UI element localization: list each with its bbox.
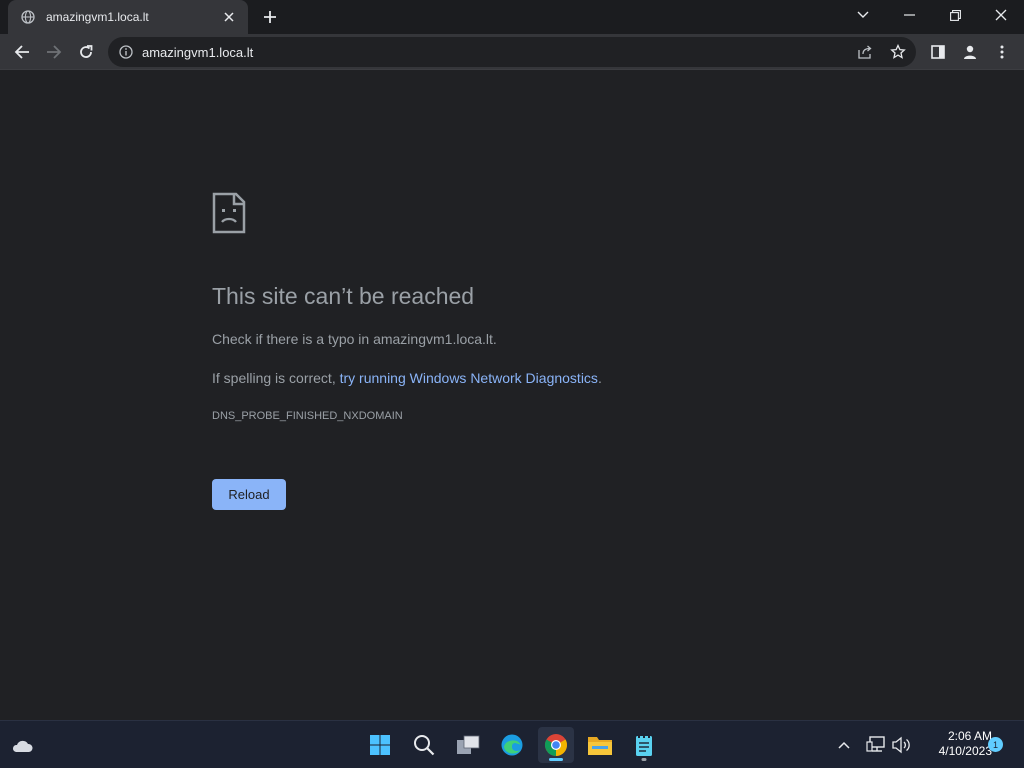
restore-icon[interactable] bbox=[932, 0, 978, 30]
search-icon[interactable] bbox=[406, 727, 442, 763]
tab-title: amazingvm1.loca.lt bbox=[46, 10, 149, 24]
running-indicator bbox=[641, 758, 647, 761]
tab-search-chevron-icon[interactable] bbox=[840, 0, 886, 30]
site-info-icon[interactable] bbox=[118, 44, 134, 60]
bookmark-star-icon[interactable] bbox=[887, 41, 909, 63]
forward-button[interactable] bbox=[40, 38, 68, 66]
task-view-icon[interactable] bbox=[450, 727, 486, 763]
close-tab-icon[interactable] bbox=[220, 8, 238, 26]
taskbar-clock[interactable]: 2:06 AM 4/10/2023 bbox=[918, 729, 992, 759]
volume-icon[interactable] bbox=[890, 734, 912, 756]
screen: amazingvm1.loca.lt amazingvm1.loca.lt Th… bbox=[0, 0, 1024, 768]
error-heading: This site can’t be reached bbox=[212, 283, 475, 309]
reload-button[interactable]: Reload bbox=[212, 479, 286, 510]
diagnostics-hint: If spelling is correct, try running Wind… bbox=[212, 370, 602, 386]
side-panel-icon[interactable] bbox=[924, 38, 952, 66]
close-window-icon[interactable] bbox=[978, 0, 1024, 30]
network-icon[interactable] bbox=[865, 734, 887, 756]
error-page: This site can’t be reached Check if ther… bbox=[0, 70, 1024, 720]
taskbar bbox=[0, 720, 1024, 768]
show-hidden-icons-chevron-icon[interactable] bbox=[833, 734, 855, 756]
error-code: DNS_PROBE_FINISHED_NXDOMAIN bbox=[212, 410, 403, 422]
new-tab-button[interactable] bbox=[259, 6, 281, 28]
browser-tab[interactable]: amazingvm1.loca.lt bbox=[8, 0, 248, 34]
diagnostics-link[interactable]: try running Windows Network Diagnostics bbox=[340, 370, 598, 386]
file-explorer-icon[interactable] bbox=[582, 727, 618, 763]
start-icon[interactable] bbox=[362, 727, 398, 763]
reload-icon[interactable] bbox=[72, 38, 100, 66]
browser-toolbar bbox=[0, 34, 1024, 70]
globe-icon bbox=[20, 9, 36, 25]
typo-hint: Check if there is a typo in amazingvm1.l… bbox=[212, 331, 497, 347]
diagnostics-suffix: . bbox=[597, 370, 602, 386]
chrome-icon[interactable] bbox=[538, 727, 574, 763]
menu-kebab-icon[interactable] bbox=[988, 38, 1016, 66]
share-icon[interactable] bbox=[854, 41, 876, 63]
profile-avatar-icon[interactable] bbox=[956, 38, 984, 66]
clock-time: 2:06 AM bbox=[947, 729, 992, 743]
active-indicator bbox=[549, 758, 563, 761]
notepad-icon[interactable] bbox=[626, 727, 662, 763]
sad-page-icon bbox=[212, 192, 246, 234]
clock-date: 4/10/2023 bbox=[938, 744, 992, 758]
minimize-icon[interactable] bbox=[886, 0, 932, 30]
weather-widget-icon[interactable] bbox=[4, 727, 40, 763]
address-bar[interactable] bbox=[108, 37, 916, 67]
notification-badge[interactable]: 1 bbox=[988, 737, 1003, 752]
edge-icon[interactable] bbox=[494, 727, 530, 763]
tab-strip: amazingvm1.loca.lt bbox=[0, 0, 1024, 34]
back-button[interactable] bbox=[8, 38, 36, 66]
diagnostics-prefix: If spelling is correct, bbox=[212, 370, 340, 386]
url-input[interactable] bbox=[142, 44, 742, 60]
